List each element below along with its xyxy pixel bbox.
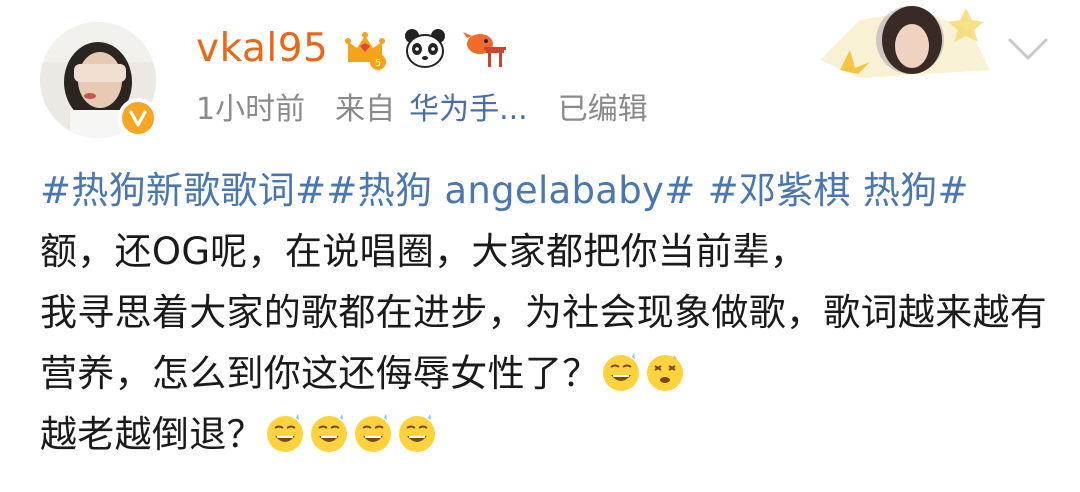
dizzy-face-emoji-icon <box>644 351 686 393</box>
meta-row: 1小时前 来自 华为手... 已编辑 <box>196 88 678 132</box>
body-text-line1: 额，还OG呢，在说唱圈，大家都把你当前辈， <box>40 230 808 273</box>
source-link[interactable]: 华为手... <box>409 88 528 132</box>
name-row: vkal95 5 <box>196 24 508 74</box>
panda-icon[interactable] <box>402 26 448 72</box>
grin-sweat-emoji-icon <box>352 412 394 454</box>
body-text-line3: 越老越倒退？ <box>40 413 264 456</box>
topic-link[interactable]: #热狗新歌歌词# <box>40 169 326 212</box>
post-body: #热狗新歌歌词##热狗 angelababy# #邓紫棋 热狗# 额，还OG呢，… <box>40 160 1050 465</box>
grin-sweat-emoji-icon <box>396 412 438 454</box>
body-text-line2: 我寻思着大家的歌都在进步，为社会现象做歌，歌词越来越有营养，怎么到你这还侮辱女性… <box>40 291 1048 395</box>
username[interactable]: vkal95 <box>196 24 328 74</box>
goldfish-icon[interactable] <box>462 26 508 72</box>
topic-link[interactable]: #邓紫棋 热狗# <box>708 169 969 212</box>
card-decoration[interactable] <box>800 0 1000 82</box>
chevron-down-icon[interactable] <box>1006 32 1050 66</box>
weibo-post: vkal95 5 1小时前 来自 华为手... 已编辑 #热狗新歌歌词##热狗 … <box>0 0 1080 492</box>
source-prefix: 来自 <box>335 92 396 127</box>
verified-icon <box>118 98 158 138</box>
post-time: 1小时前 <box>196 92 306 127</box>
svg-text:5: 5 <box>375 58 381 69</box>
topic-link[interactable]: #热狗 angelababy# <box>326 169 695 212</box>
grin-sweat-emoji-icon <box>308 412 350 454</box>
avatar-container[interactable] <box>40 22 158 138</box>
grin-sweat-emoji-icon <box>264 412 306 454</box>
grin-sweat-emoji-icon <box>600 351 642 393</box>
edited-label[interactable]: 已编辑 <box>558 88 648 132</box>
crown-level-icon[interactable]: 5 <box>342 26 388 72</box>
